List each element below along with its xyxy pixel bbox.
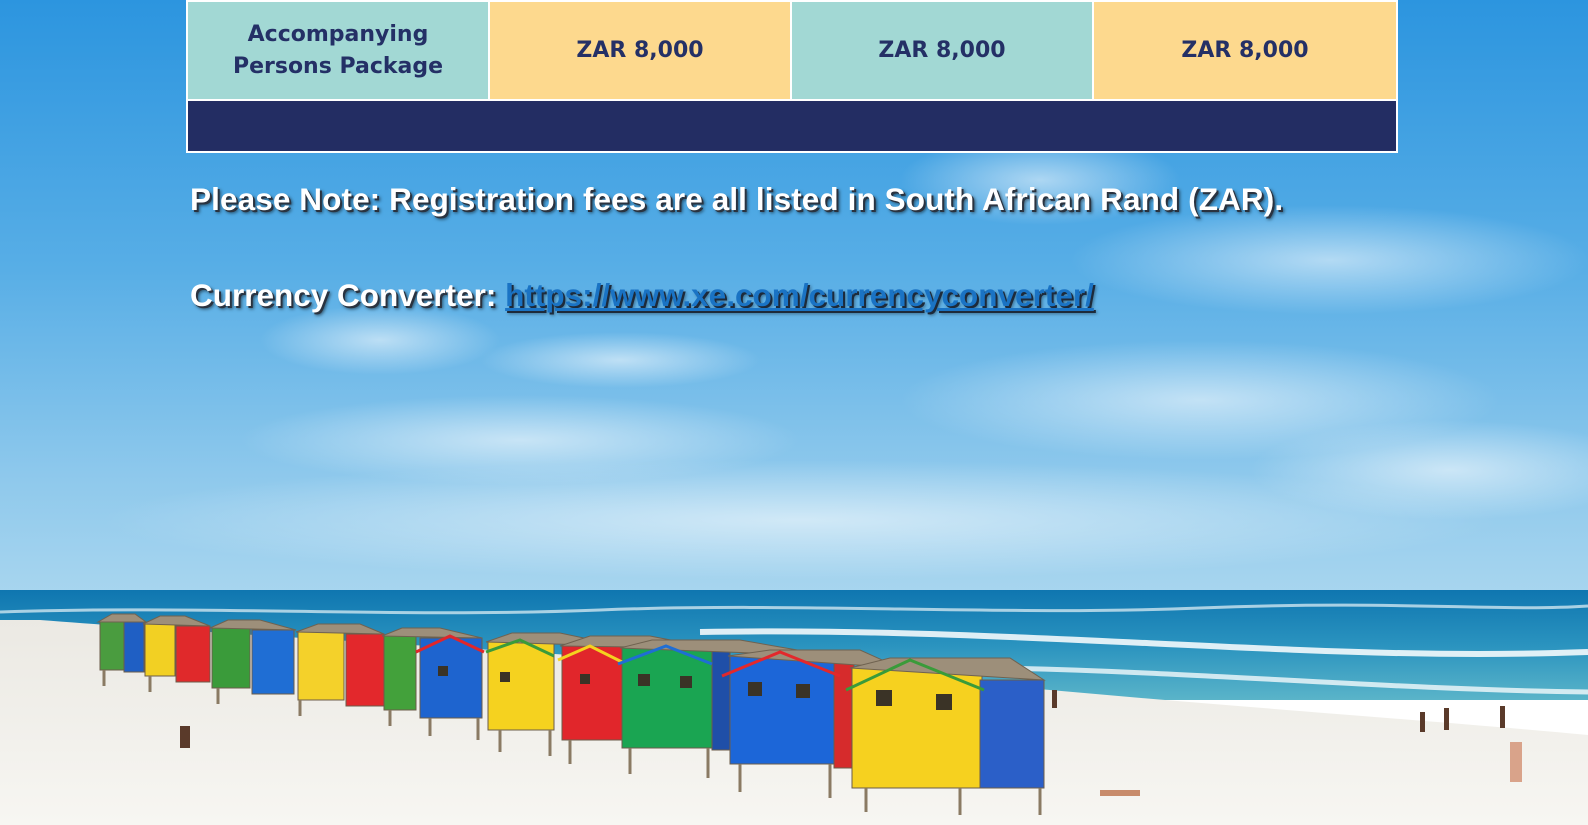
package-label-cell: Accompanying Persons Package [186, 0, 490, 101]
price-cell: ZAR 8,000 [1092, 0, 1398, 101]
table-footer-row [186, 99, 1398, 153]
currency-note: Please Note: Registration fees are all l… [190, 181, 1284, 217]
table-footer-band [186, 99, 1398, 153]
table-row: Accompanying Persons Package ZAR 8,000 Z… [186, 0, 1398, 101]
currency-converter-label: Currency Converter: [190, 277, 506, 313]
currency-converter-link[interactable]: https://www.xe.com/currencyconverter/ [505, 277, 1094, 313]
page-scene: Accompanying Persons Package ZAR 8,000 Z… [0, 0, 1588, 825]
price-cell: ZAR 8,000 [488, 0, 792, 101]
currency-converter-line: Currency Converter: https://www.xe.com/c… [190, 277, 1094, 314]
registration-fees-table: Accompanying Persons Package ZAR 8,000 Z… [186, 0, 1398, 153]
price-cell: ZAR 8,000 [790, 0, 1094, 101]
